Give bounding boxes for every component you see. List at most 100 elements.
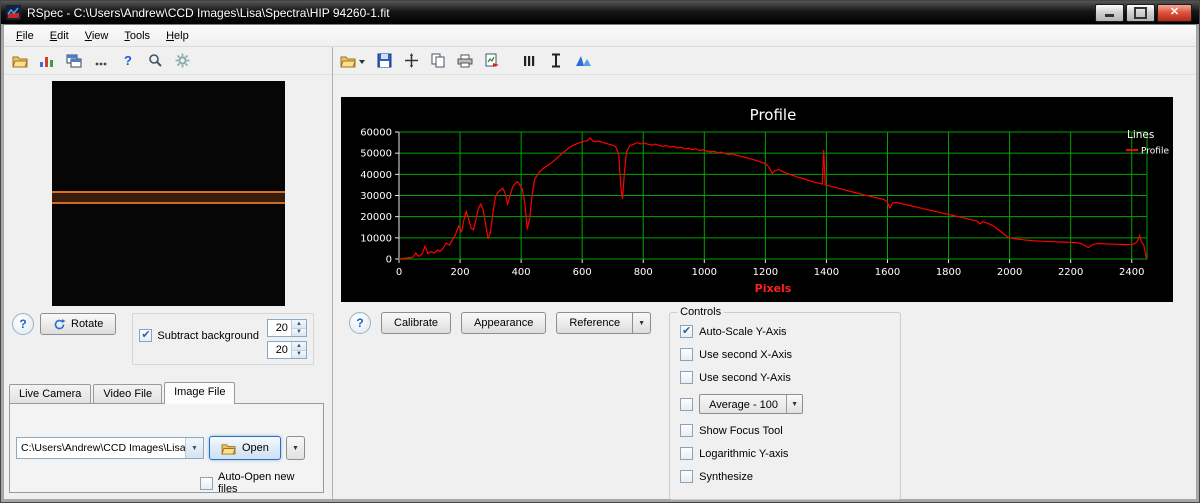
svg-text:Pixels: Pixels — [755, 282, 792, 295]
spinner-value[interactable]: 20 — [268, 320, 291, 336]
main-area: ? ? — [4, 47, 1196, 499]
image-preview[interactable] — [52, 81, 285, 306]
appearance-button[interactable]: Appearance — [461, 312, 546, 334]
checkbox-box[interactable] — [680, 447, 693, 460]
svg-text:2400: 2400 — [1119, 267, 1144, 278]
magnifier-icon[interactable] — [145, 51, 165, 71]
spinner-down-icon[interactable]: ▼ — [292, 350, 306, 359]
checkbox-box[interactable] — [680, 371, 693, 384]
app-window: RSpec - C:\Users\Andrew\CCD Images\Lisa\… — [0, 0, 1200, 503]
subtract-background-checkbox[interactable]: Subtract background — [139, 329, 259, 342]
spinner-arrows[interactable]: ▲▼ — [291, 342, 306, 358]
menu-item-file[interactable]: File — [8, 27, 42, 45]
calibrate-label: Calibrate — [394, 317, 438, 329]
spinner-down-icon[interactable]: ▼ — [292, 328, 306, 337]
svg-text:30000: 30000 — [360, 191, 392, 202]
rotate-button[interactable]: Rotate — [40, 313, 116, 335]
subtract-background-label: Subtract background — [157, 330, 259, 342]
checkbox-box[interactable] — [139, 329, 152, 342]
help-icon[interactable]: ? — [118, 51, 138, 71]
image-panel: ? ? — [4, 47, 333, 499]
control-average-100[interactable]: Average - 100▼ — [680, 394, 892, 414]
control-use-second-x-axis[interactable]: Use second X-Axis — [680, 348, 892, 361]
tab-image-file[interactable]: Image File — [164, 382, 235, 404]
window-title: RSpec - C:\Users\Andrew\CCD Images\Lisa\… — [27, 6, 390, 20]
copy-icon[interactable] — [428, 51, 448, 71]
menu-item-view[interactable]: View — [77, 27, 117, 45]
spectrum-selection-line-bottom[interactable] — [52, 202, 285, 204]
profile-toolbar — [333, 47, 1196, 75]
profile-chart[interactable]: 0100002000030000400005000060000020040060… — [341, 97, 1173, 302]
close-button[interactable]: ✕ — [1157, 4, 1192, 22]
spinner-value[interactable]: 20 — [268, 342, 291, 358]
tab-live-camera[interactable]: Live Camera — [9, 384, 91, 404]
checkbox-box[interactable] — [680, 325, 693, 338]
help-button-profile[interactable]: ? — [349, 312, 371, 334]
reference-dropdown-button[interactable]: ▼ — [633, 312, 651, 334]
calibrate-button[interactable]: Calibrate — [381, 312, 451, 334]
svg-text:40000: 40000 — [360, 170, 392, 181]
svg-text:2000: 2000 — [997, 267, 1022, 278]
control-label: Use second X-Axis — [699, 349, 792, 361]
svg-text:600: 600 — [573, 267, 592, 278]
background-rows-top-spinner[interactable]: 20 ▲▼ — [267, 319, 307, 337]
checkbox-box[interactable] — [680, 348, 693, 361]
open-dropdown-button[interactable]: ▼ — [286, 436, 305, 460]
control-auto-scale-y-axis[interactable]: Auto-Scale Y-Axis — [680, 325, 892, 338]
settings-gear-icon[interactable] — [172, 51, 192, 71]
reference-label: Reference — [569, 317, 620, 329]
checkbox-box[interactable] — [680, 424, 693, 437]
window-frame: FileEditViewToolsHelp — [1, 24, 1199, 502]
profile-panel: 0100002000030000400005000060000020040060… — [333, 47, 1196, 499]
minimize-button[interactable] — [1095, 4, 1124, 22]
auto-open-checkbox[interactable]: Auto-Open new files — [200, 471, 317, 495]
open-button[interactable]: Open — [209, 436, 281, 460]
maximize-button[interactable] — [1126, 4, 1155, 22]
menu-item-help[interactable]: Help — [158, 27, 197, 45]
menu-item-tools[interactable]: Tools — [116, 27, 158, 45]
profile-chart-svg[interactable]: 0100002000030000400005000060000020040060… — [341, 97, 1173, 302]
columns-icon[interactable] — [519, 51, 539, 71]
print-icon[interactable] — [455, 51, 475, 71]
path-value[interactable]: C:\Users\Andrew\CCD Images\Lisa — [17, 438, 185, 458]
spinner-up-icon[interactable]: ▲ — [292, 320, 306, 328]
controls-group: Controls Auto-Scale Y-AxisUse second X-A… — [669, 312, 901, 500]
cascade-windows-icon[interactable] — [64, 51, 84, 71]
svg-text:0: 0 — [386, 255, 392, 266]
checkbox-box[interactable] — [680, 398, 693, 411]
control-label: Auto-Scale Y-Axis — [699, 326, 786, 338]
help-button[interactable]: ? — [12, 313, 34, 335]
save-icon[interactable] — [374, 51, 394, 71]
open-image-icon[interactable] — [10, 51, 30, 71]
average-combobox[interactable]: Average - 100▼ — [699, 394, 803, 414]
open-profile-icon[interactable] — [339, 51, 367, 71]
spinner-arrows[interactable]: ▲▼ — [291, 320, 306, 336]
histogram-icon[interactable] — [37, 51, 57, 71]
control-logarithmic-y-axis[interactable]: Logarithmic Y-axis — [680, 447, 892, 460]
control-use-second-y-axis[interactable]: Use second Y-Axis — [680, 371, 892, 384]
control-show-focus-tool[interactable]: Show Focus Tool — [680, 424, 892, 437]
svg-text:Lines: Lines — [1127, 129, 1154, 141]
spectrum-selection-line-top[interactable] — [52, 191, 285, 193]
tab-video-file[interactable]: Video File — [93, 384, 162, 404]
menu-item-edit[interactable]: Edit — [42, 27, 77, 45]
checkbox-box[interactable] — [680, 470, 693, 483]
close-icon: ✕ — [1170, 7, 1179, 18]
svg-text:400: 400 — [512, 267, 531, 278]
title-bar: RSpec - C:\Users\Andrew\CCD Images\Lisa\… — [1, 1, 1199, 24]
chevron-down-icon[interactable]: ▼ — [185, 438, 203, 458]
chevron-down-icon[interactable]: ▼ — [786, 395, 802, 413]
path-combobox[interactable]: C:\Users\Andrew\CCD Images\Lisa ▼ — [16, 437, 204, 459]
control-label: Logarithmic Y-axis — [699, 448, 788, 460]
crosshair-icon[interactable] — [401, 51, 421, 71]
fit-horizontal-icon[interactable] — [573, 51, 593, 71]
fit-vertical-icon[interactable] — [546, 51, 566, 71]
control-synthesize[interactable]: Synthesize — [680, 470, 892, 483]
options-icon[interactable] — [91, 51, 111, 71]
background-rows-bottom-spinner[interactable]: 20 ▲▼ — [267, 341, 307, 359]
spinner-up-icon[interactable]: ▲ — [292, 342, 306, 350]
svg-text:200: 200 — [451, 267, 470, 278]
export-profile-icon[interactable] — [482, 51, 502, 71]
checkbox-box[interactable] — [200, 477, 213, 490]
reference-button[interactable]: Reference — [556, 312, 633, 334]
